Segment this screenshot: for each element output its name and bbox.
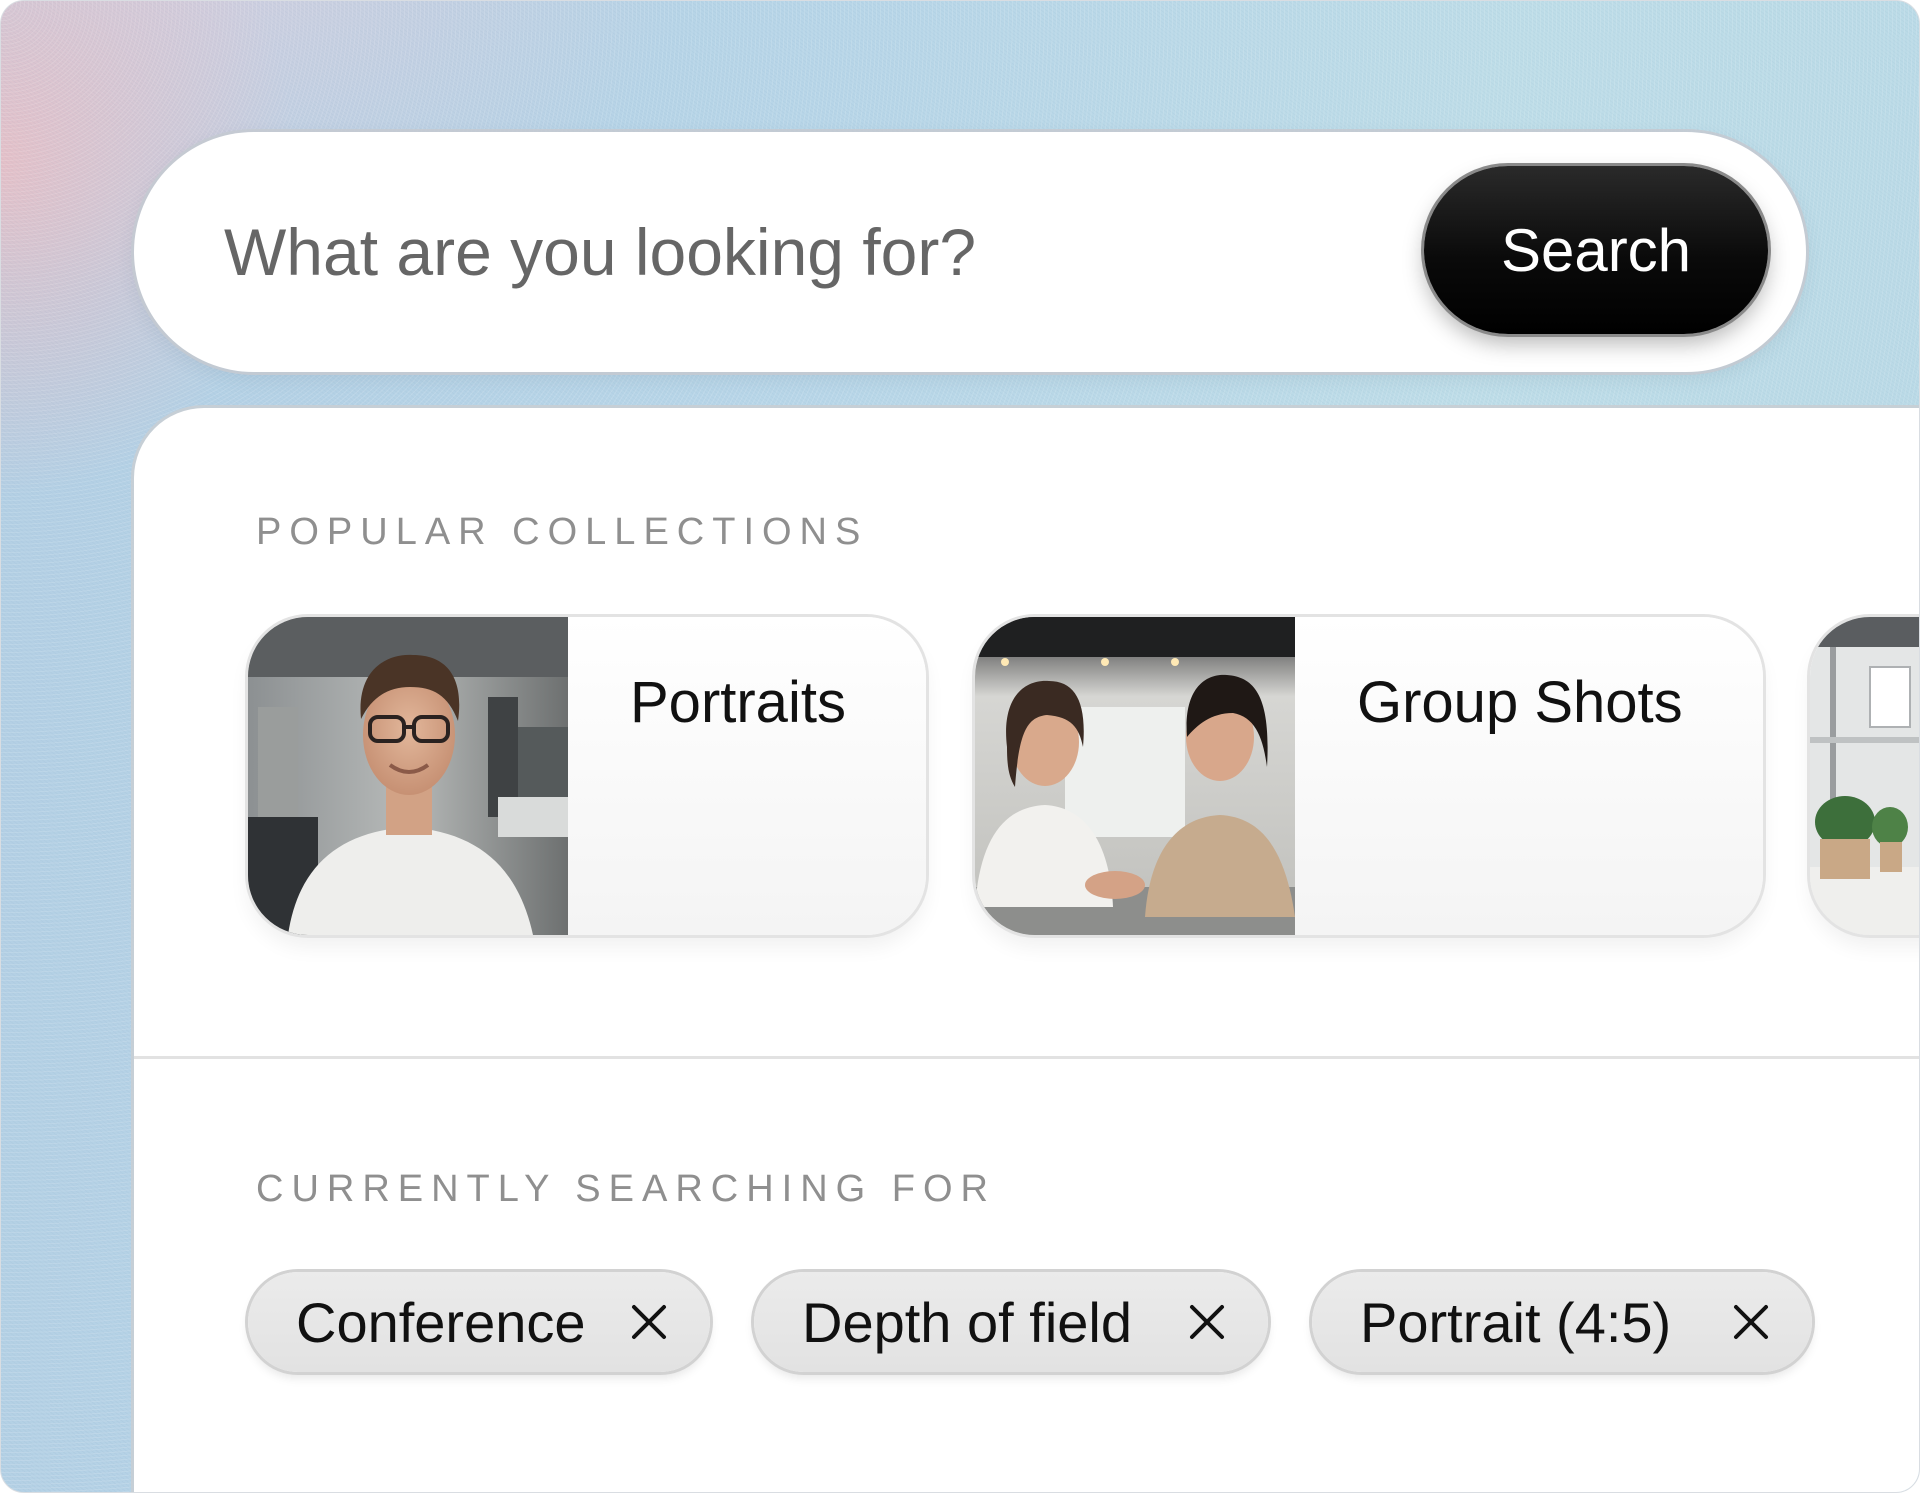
current-search-heading: CURRENTLY SEARCHING FOR	[256, 1168, 996, 1210]
collection-title: Group Shots	[1357, 670, 1683, 735]
search-input[interactable]	[224, 214, 1324, 290]
group-shots-thumbnail	[975, 617, 1295, 935]
collections-row: Portraits Group Shots	[248, 617, 1919, 941]
collection-card-portraits[interactable]: Portraits	[248, 617, 926, 935]
close-icon[interactable]	[1188, 1303, 1226, 1341]
chip-label: Portrait (4:5)	[1360, 1290, 1672, 1354]
filter-chip-depth-of-field[interactable]: Depth of field	[754, 1272, 1268, 1372]
filter-chip-conference[interactable]: Conference	[248, 1272, 710, 1372]
chip-label: Depth of field	[802, 1290, 1132, 1354]
popular-collections-heading: POPULAR COLLECTIONS	[256, 511, 869, 553]
collection-title: Portraits	[630, 670, 846, 735]
app-window: Search POPULAR COLLECTIONS	[0, 0, 1920, 1493]
filter-chip-portrait-ratio[interactable]: Portrait (4:5)	[1312, 1272, 1812, 1372]
search-bar: Search	[134, 132, 1806, 372]
collection-card-group-shots[interactable]: Group Shots	[975, 617, 1763, 935]
collection-card-office[interactable]	[1810, 617, 1919, 935]
portraits-thumbnail	[248, 617, 568, 935]
close-icon[interactable]	[1732, 1303, 1770, 1341]
office-thumbnail	[1810, 617, 1919, 935]
search-button[interactable]: Search	[1424, 166, 1768, 334]
close-icon[interactable]	[630, 1303, 668, 1341]
active-filters: Conference Depth of field Portrait (4:5)	[248, 1272, 1919, 1376]
main-panel: POPULAR COLLECTIONS Portraits Group Shot…	[134, 408, 1919, 1492]
chip-label: Conference	[296, 1290, 586, 1354]
section-divider	[134, 1056, 1919, 1059]
